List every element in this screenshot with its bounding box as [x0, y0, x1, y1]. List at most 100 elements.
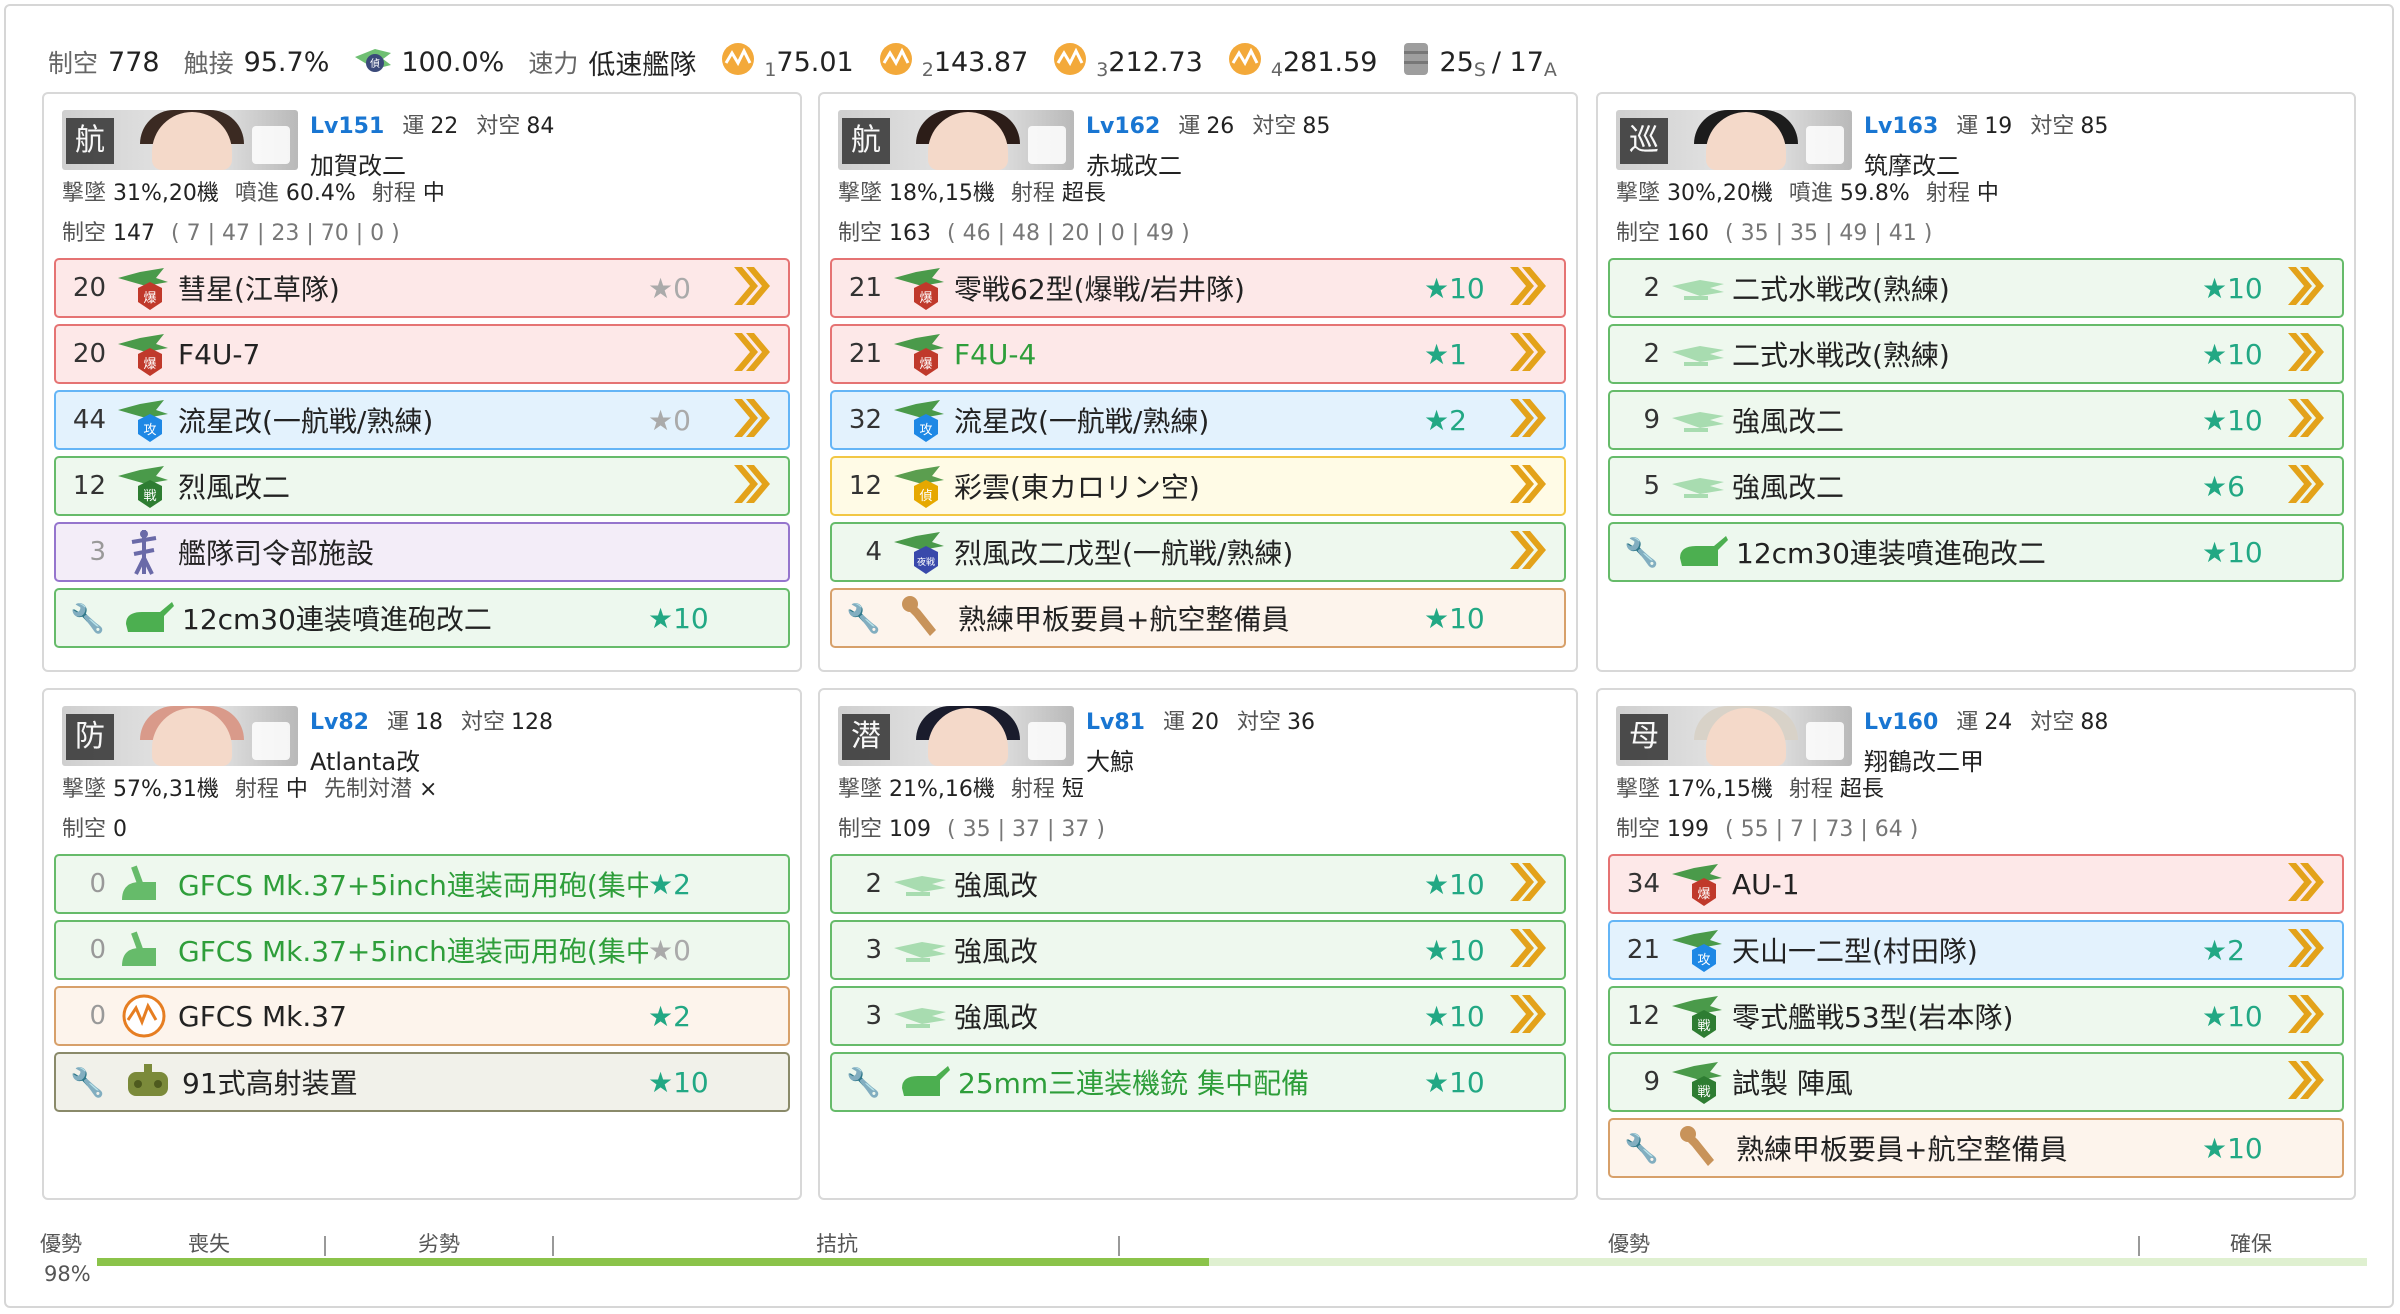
ship-name[interactable]: 大鯨: [1086, 742, 1134, 777]
ship-name[interactable]: Atlanta改: [310, 742, 420, 777]
slot-count: 3: [865, 935, 882, 965]
proficiency-icon: [728, 859, 788, 909]
equipment-name: 烈風改二: [178, 471, 291, 504]
equipment-slot[interactable]: 20 爆 F4U-7: [54, 324, 790, 384]
seaplane-fighter-icon: [1670, 330, 1726, 378]
improvement-level: ★10: [2202, 535, 2263, 569]
wrench-icon: 🔧: [846, 601, 881, 635]
ship-card[interactable]: 防 Lv82 運 18 対空 128 Atlanta改 撃墜 57%,31機 射程 中先制対潜 …: [42, 688, 802, 1200]
aa-label: 対空: [1237, 710, 1282, 735]
seiku-breakdown: ( 46 | 48 | 20 | 0 | 49 ): [947, 221, 1190, 246]
equipment-name: 強風改二: [1732, 471, 1845, 504]
equipment-name: 91式高射装置: [182, 1067, 358, 1100]
seiku-breakdown: ( 35 | 35 | 49 | 41 ): [1725, 221, 1933, 246]
ship-banner[interactable]: 航: [838, 110, 1074, 170]
aa-gun-icon: [1674, 528, 1730, 576]
ship-type-tag: 航: [842, 118, 890, 164]
equipment-name: 流星改(一航戦/熟練): [178, 405, 434, 438]
info-label: 射程: [1010, 181, 1055, 206]
slot-count: 20: [72, 273, 106, 303]
equipment-slot[interactable]: 3 艦隊司令部施設: [54, 522, 790, 582]
equipment-slot[interactable]: 5 強風改二 ★6: [1608, 456, 2344, 516]
ship-banner[interactable]: 潜: [838, 706, 1074, 766]
equipment-slot[interactable]: 0 GFCS Mk.37+5inch連装両用砲(集中配備)★2: [54, 854, 790, 914]
proficiency-icon: [2282, 527, 2342, 577]
equipment-slot[interactable]: 3 強風改 ★10: [830, 986, 1566, 1046]
radar-icon: [116, 992, 172, 1040]
equipment-slot[interactable]: 🔧 12cm30連装噴進砲改二 ★10: [54, 588, 790, 648]
tp-a-rank: A: [1543, 59, 1557, 81]
level-prefix: Lv: [1864, 114, 1893, 139]
equipment-slot[interactable]: 🔧 12cm30連装噴進砲改二 ★10: [1608, 522, 2344, 582]
proficiency-icon: [2282, 329, 2342, 379]
equipment-slot[interactable]: 20 爆 彗星(江草隊) ★0: [54, 258, 790, 318]
equipment-slot[interactable]: 🔧 25mm三連装機銃 集中配備 ★10: [830, 1052, 1566, 1112]
ship-banner[interactable]: 母: [1616, 706, 1852, 766]
equipment-slot[interactable]: 21 攻 天山一二型(村田隊) ★2: [1608, 920, 2344, 980]
svg-text:攻: 攻: [143, 423, 156, 438]
ship-aa: 85: [1302, 114, 1331, 139]
equipment-slot[interactable]: 🔧 熟練甲板要員+航空整備員 ★10: [830, 588, 1566, 648]
slot-count: 9: [1643, 1067, 1660, 1097]
luck-label: 運: [1162, 710, 1185, 735]
equipment-slot[interactable]: 2 二式水戦改(熟練) ★10: [1608, 324, 2344, 384]
ship-banner[interactable]: 航: [62, 110, 298, 170]
info-value: 中: [1976, 181, 1999, 206]
ship-name[interactable]: 赤城改二: [1086, 146, 1182, 181]
proficiency-icon: [2282, 395, 2342, 445]
ship-card[interactable]: 航 Lv162 運 26 対空 85 赤城改二 撃墜 18%,15機 射程 超長 制空 163 ( …: [818, 92, 1578, 672]
equipment-slot[interactable]: 2 強風改 ★10: [830, 854, 1566, 914]
equipment-name: 流星改(一航戦/熟練): [954, 405, 1210, 438]
improvement-level: ★10: [648, 1065, 709, 1099]
wrench-icon: 🔧: [70, 601, 105, 635]
los-value-2: 143.87: [933, 46, 1029, 78]
bomber-icon: 爆: [892, 330, 948, 378]
los-icon: [720, 41, 756, 83]
equipment-slot[interactable]: 12 偵 彩雲(東カロリン空): [830, 456, 1566, 516]
equipment-slot[interactable]: 44 攻 流星改(一航戦/熟練) ★0: [54, 390, 790, 450]
info-label: 撃墜: [62, 181, 107, 206]
ship-card[interactable]: 巡 Lv163 運 19 対空 85 筑摩改二 撃墜 30%,20機 噴進 59.8% 射程 中制…: [1596, 92, 2356, 672]
equipment-slot[interactable]: 3 強風改 ★10: [830, 920, 1566, 980]
equipment-slot[interactable]: 21 爆 F4U-4 ★1: [830, 324, 1566, 384]
tp-value: 25: [1439, 46, 1474, 78]
equipment-slot[interactable]: 2 二式水戦改(熟練) ★10: [1608, 258, 2344, 318]
ship-name[interactable]: 加賀改二: [310, 146, 406, 181]
equipment-slot[interactable]: 🔧 熟練甲板要員+航空整備員 ★10: [1608, 1118, 2344, 1178]
ship-seiku: 160: [1667, 221, 1710, 246]
ship-name[interactable]: 筑摩改二: [1864, 146, 1960, 181]
ship-type-tag: 母: [1620, 714, 1668, 760]
ship-stats: Lv162 運 26 対空 85: [1086, 108, 1330, 140]
ship-banner[interactable]: 巡: [1616, 110, 1852, 170]
equipment-slot[interactable]: 0 GFCS Mk.37 ★2: [54, 986, 790, 1046]
equipment-slot[interactable]: 12 戦 烈風改二: [54, 456, 790, 516]
bomber-icon: 爆: [116, 264, 172, 312]
equipment-slot[interactable]: 4 夜戦 烈風改二戊型(一航戦/熟練): [830, 522, 1566, 582]
ship-card[interactable]: 航 Lv151 運 22 対空 84 加賀改二 撃墜 31%,20機 噴進 60.4% 射程 中制…: [42, 92, 802, 672]
info-label: 撃墜: [1616, 777, 1661, 802]
info-label: 噴進: [1788, 181, 1833, 206]
ship-luck: 20: [1191, 710, 1219, 735]
ship-card[interactable]: 潜 Lv81 運 20 対空 36 大鯨 撃墜 21%,16機 射程 短制空 109 ( 35 |…: [818, 688, 1578, 1200]
equipment-slot[interactable]: 34 爆 AU-1: [1608, 854, 2344, 914]
proficiency-icon: [2282, 263, 2342, 313]
ship-name[interactable]: 翔鶴改二甲: [1864, 742, 1984, 777]
equipment-slot[interactable]: 0 GFCS Mk.37+5inch連装両用砲(集中配備)★0: [54, 920, 790, 980]
equipment-slot[interactable]: 9 戦 試製 陣風: [1608, 1052, 2344, 1112]
fleet-command-icon: [116, 528, 172, 576]
proficiency-icon: [2282, 461, 2342, 511]
equipment-slot[interactable]: 32 攻 流星改(一航戦/熟練) ★2: [830, 390, 1566, 450]
equipment-slot[interactable]: 🔧 91式高射装置 ★10: [54, 1052, 790, 1112]
los-value-4: 281.59: [1282, 46, 1378, 78]
equipment-slot[interactable]: 12 戦 零式艦戦53型(岩本隊) ★10: [1608, 986, 2344, 1046]
equipment-slot[interactable]: 21 爆 零戦62型(爆戦/岩井隊) ★10: [830, 258, 1566, 318]
improvement-level: ★10: [2202, 999, 2263, 1033]
equipment-slot[interactable]: 9 強風改二 ★10: [1608, 390, 2344, 450]
los-icon: [1227, 41, 1263, 83]
info-label: 撃墜: [838, 777, 883, 802]
info-value: 中: [285, 777, 308, 802]
ship-card[interactable]: 母 Lv160 運 24 対空 88 翔鶴改二甲 撃墜 17%,15機 射程 超長 制空 199 (…: [1596, 688, 2356, 1200]
ship-banner[interactable]: 防: [62, 706, 298, 766]
seiku-label: 制空: [62, 817, 107, 842]
slot-count: 9: [1643, 405, 1660, 435]
